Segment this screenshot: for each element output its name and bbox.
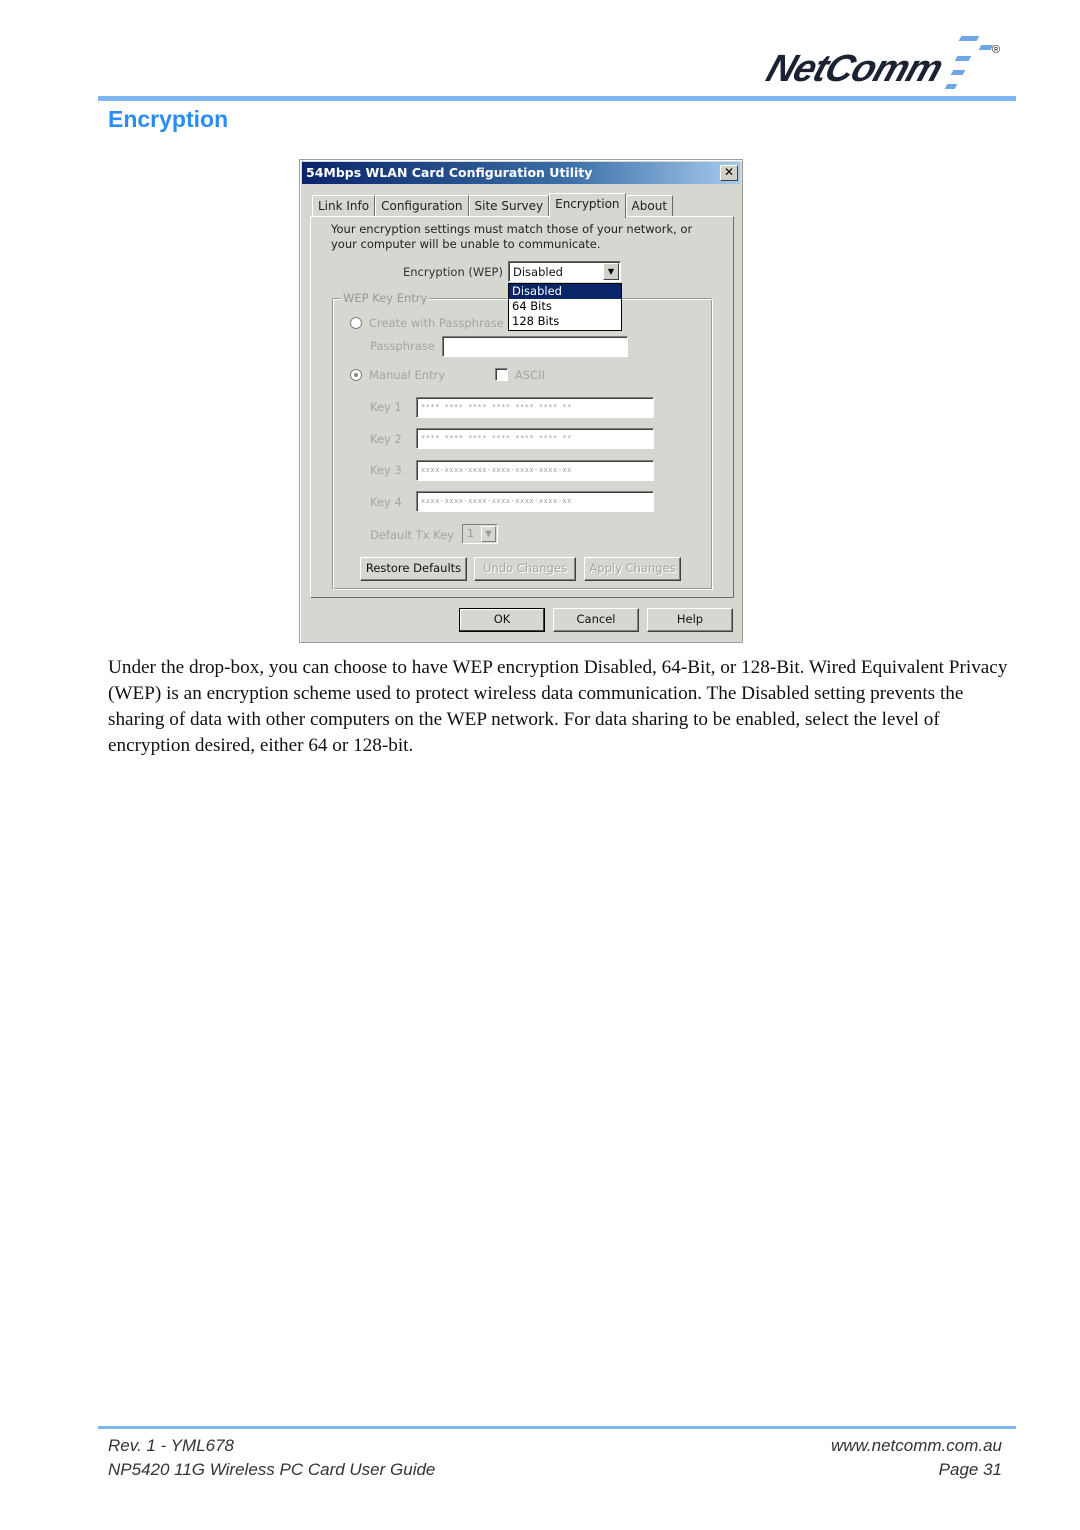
key-1-input[interactable]: **** **** **** **** **** **** ** bbox=[416, 397, 654, 418]
key-2-label: Key 2 bbox=[370, 432, 402, 446]
footer-page-number: Page 31 bbox=[938, 1460, 1002, 1479]
encryption-panel: Your encryption settings must match thos… bbox=[310, 216, 734, 598]
restore-defaults-button[interactable]: Restore Defaults bbox=[360, 557, 467, 581]
create-passphrase-radio[interactable] bbox=[350, 317, 362, 329]
passphrase-label: Passphrase bbox=[370, 339, 435, 353]
dialog-titlebar: 54Mbps WLAN Card Configuration Utility ✕ bbox=[302, 162, 740, 184]
option-128-bits[interactable]: 128 Bits bbox=[509, 314, 621, 329]
intro-text: Your encryption settings must match thos… bbox=[331, 222, 693, 251]
logo-dash bbox=[944, 84, 958, 89]
undo-changes-button[interactable]: Undo Changes bbox=[474, 557, 576, 581]
footer-website[interactable]: www.netcomm.com.au bbox=[831, 1436, 1002, 1456]
tab-about[interactable]: About bbox=[625, 195, 674, 217]
close-icon: ✕ bbox=[723, 165, 735, 179]
logo-dash bbox=[950, 70, 966, 75]
tab-encryption[interactable]: Encryption bbox=[549, 193, 626, 218]
key-2-input[interactable]: **** **** **** **** **** **** ** bbox=[416, 428, 654, 449]
manual-entry-radio[interactable] bbox=[350, 369, 362, 381]
encryption-select[interactable]: Disabled ▼ bbox=[508, 261, 621, 282]
logo-wordmark: NetComm bbox=[761, 48, 948, 90]
ascii-checkbox[interactable] bbox=[495, 368, 508, 381]
wep-group-label: WEP Key Entry bbox=[341, 291, 430, 305]
encryption-dropdown-list: Disabled 64 Bits 128 Bits bbox=[508, 283, 622, 331]
ascii-label: ASCII bbox=[515, 368, 545, 382]
wep-key-entry-group: WEP Key Entry Create with Passphrase Pas… bbox=[332, 291, 713, 590]
key-4-input[interactable]: xxxx-xxxx-xxxx-xxxx-xxxx-xxxx-xx bbox=[416, 491, 654, 512]
default-tx-key-label: Default Tx Key bbox=[370, 528, 455, 542]
chevron-down-icon[interactable]: ▼ bbox=[481, 526, 496, 542]
close-button[interactable]: ✕ bbox=[720, 165, 738, 181]
encryption-label: Encryption (WEP) bbox=[403, 265, 503, 279]
footer-revision: Rev. 1 - YML678 bbox=[108, 1436, 234, 1455]
footer-guide-title: NP5420 11G Wireless PC Card User Guide bbox=[108, 1460, 436, 1479]
header-rule bbox=[98, 96, 1016, 101]
tab-configuration[interactable]: Configuration bbox=[375, 195, 469, 217]
tab-bar: Link Info Configuration Site Survey Encr… bbox=[312, 193, 674, 218]
key-1-label: Key 1 bbox=[370, 400, 402, 414]
cancel-button[interactable]: Cancel bbox=[553, 608, 639, 632]
help-button[interactable]: Help bbox=[647, 608, 733, 632]
option-disabled[interactable]: Disabled bbox=[509, 284, 621, 299]
apply-changes-button[interactable]: Apply Changes bbox=[584, 557, 681, 581]
section-title: Encryption bbox=[108, 106, 229, 132]
tab-site-survey[interactable]: Site Survey bbox=[468, 195, 550, 217]
encryption-select-value: Disabled bbox=[513, 265, 563, 279]
key-3-label: Key 3 bbox=[370, 463, 402, 477]
key-4-label: Key 4 bbox=[370, 495, 402, 509]
registered-mark: ® bbox=[992, 44, 1001, 56]
manual-entry-label: Manual Entry bbox=[369, 368, 446, 382]
default-tx-key-value: 1 bbox=[467, 527, 474, 540]
netcomm-logo: NetComm ® bbox=[760, 34, 1010, 94]
config-utility-dialog: 54Mbps WLAN Card Configuration Utility ✕… bbox=[299, 159, 743, 643]
create-passphrase-label: Create with Passphrase bbox=[369, 316, 504, 330]
default-tx-key-select[interactable]: 1 ▼ bbox=[462, 524, 498, 544]
body-paragraph: Under the drop-box, you can choose to ha… bbox=[108, 657, 1008, 756]
ok-button[interactable]: OK bbox=[459, 608, 545, 632]
tab-link-info[interactable]: Link Info bbox=[312, 195, 376, 217]
chevron-down-icon[interactable]: ▼ bbox=[603, 263, 619, 280]
key-3-input[interactable]: xxxx-xxxx-xxxx-xxxx-xxxx-xxxx-xx bbox=[416, 460, 654, 481]
logo-dash bbox=[958, 36, 980, 41]
footer-rule bbox=[98, 1426, 1016, 1429]
logo-dash bbox=[954, 56, 972, 61]
option-64-bits[interactable]: 64 Bits bbox=[509, 299, 621, 314]
passphrase-input[interactable] bbox=[442, 336, 628, 357]
dialog-title: 54Mbps WLAN Card Configuration Utility bbox=[306, 165, 593, 180]
